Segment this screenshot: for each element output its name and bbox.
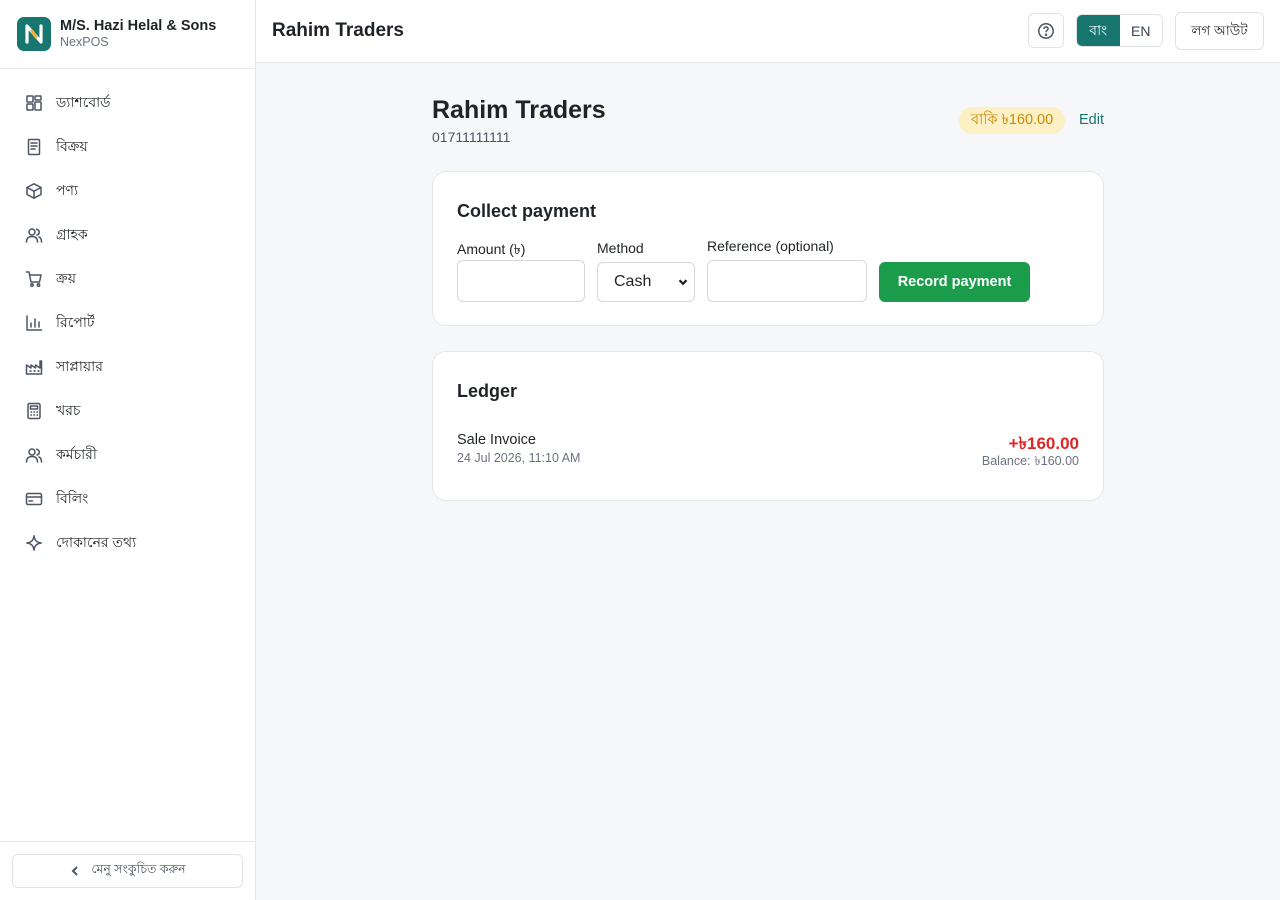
logout-button[interactable]: লগ আউট [1175, 12, 1264, 50]
sidebar-item-label: রিপোর্ট [56, 314, 95, 330]
brand-sub: NexPOS [60, 35, 109, 49]
ledger-entry-title: Sale Invoice [457, 432, 536, 448]
sparkle-icon [25, 534, 43, 552]
brand-name: M/S. Hazi Helal & Sons [60, 18, 217, 34]
sidebar-item-sales[interactable]: বিক্রয় [0, 125, 255, 169]
calculator-icon [25, 402, 43, 420]
box-icon [25, 182, 43, 200]
ledger-entry-balance: Balance: ৳160.00 [982, 453, 1079, 473]
users-icon [25, 226, 43, 244]
balance-label: Balance: [981, 454, 1031, 468]
bar-chart-icon [25, 314, 43, 332]
ledger-card: Ledger Sale Invoice 24 Jul 2026, 11:10 A… [432, 351, 1104, 501]
sidebar-item-expenses[interactable]: খরচ [0, 389, 255, 433]
sidebar-item-staff[interactable]: কর্মচারী [0, 433, 255, 477]
sidebar-item-label: খরচ [56, 402, 81, 418]
record-payment-button[interactable]: Record payment [879, 262, 1030, 302]
main-content: Rahim Traders 01711111111 বাকি ৳160.00 E… [432, 63, 1104, 501]
ledger-entry: Sale Invoice 24 Jul 2026, 11:10 AM +৳160… [457, 432, 1079, 468]
collect-payment-title: Collect payment [457, 201, 597, 221]
collect-payment-card: Collect payment Amount (৳) Method Cash R… [432, 171, 1104, 326]
sidebar-item-label: পণ্য [56, 182, 79, 198]
ledger-title: Ledger [457, 381, 518, 401]
amount-input[interactable] [457, 260, 585, 302]
sidebar-item-purchases[interactable]: ক্রয় [0, 257, 255, 301]
sidebar-item-label: ড্যাশবোর্ড [56, 94, 111, 110]
sidebar-item-label: বিলিং [56, 490, 89, 506]
page-title: Rahim Traders [272, 20, 404, 41]
sidebar-footer: মেনু সংকুচিত করুন [0, 841, 255, 900]
sidebar-item-label: গ্রাহক [56, 226, 88, 242]
top-bar: Rahim Traders বাং EN লগ আউট [256, 0, 1280, 63]
ledger-entry-date: 24 Jul 2026, 11:10 AM [457, 451, 581, 465]
logo [17, 17, 51, 51]
sidebar-item-dashboard[interactable]: ড্যাশবোর্ড [0, 81, 255, 125]
due-badge: বাকি ৳160.00 [959, 107, 1066, 134]
edit-customer-link[interactable]: Edit [1079, 112, 1104, 128]
sidebar: M/S. Hazi Helal & Sons NexPOS ড্যাশবোর্ড… [0, 0, 256, 900]
staff-icon [25, 446, 43, 464]
sidebar-item-reports[interactable]: রিপোর্ট [0, 301, 255, 345]
help-icon [1038, 22, 1054, 39]
sidebar-item-label: কর্মচারী [56, 446, 97, 462]
credit-card-icon [25, 490, 43, 508]
method-select[interactable]: Cash [597, 262, 695, 302]
collapse-menu-label: মেনু সংকুচিত করুন [91, 862, 186, 876]
nexpos-logo-icon [25, 24, 43, 44]
sidebar-item-label: ক্রয় [56, 270, 76, 286]
amount-label: Amount (৳) [457, 241, 526, 257]
collapse-menu-button[interactable]: মেনু সংকুচিত করুন [12, 854, 243, 888]
lang-english-button[interactable]: EN [1120, 15, 1163, 46]
sidebar-item-label: দোকানের তথ্য [56, 534, 137, 550]
sidebar-item-suppliers[interactable]: সাপ্লায়ার [0, 345, 255, 389]
reference-input[interactable] [707, 260, 867, 302]
customer-header: Rahim Traders 01711111111 বাকি ৳160.00 E… [432, 63, 1104, 171]
sidebar-item-products[interactable]: পণ্য [0, 169, 255, 213]
sidebar-nav: ড্যাশবোর্ড বিক্রয় পণ্য গ্রাহক ক্রয় রিপ… [0, 69, 255, 565]
sidebar-item-billing[interactable]: বিলিং [0, 477, 255, 521]
sidebar-item-label: বিক্রয় [56, 138, 88, 154]
receipt-icon [25, 138, 43, 156]
customer-phone: 01711111111 [432, 129, 511, 145]
sidebar-item-label: সাপ্লায়ার [56, 358, 103, 374]
method-select-value: Cash [614, 273, 652, 290]
dashboard-icon [25, 94, 43, 112]
chevron-left-icon [71, 866, 79, 876]
cart-icon [25, 270, 43, 288]
brand-header: M/S. Hazi Helal & Sons NexPOS [0, 0, 255, 69]
language-switcher: বাং EN [1076, 14, 1163, 47]
sidebar-item-customers[interactable]: গ্রাহক [0, 213, 255, 257]
lang-bangla-button[interactable]: বাং [1077, 15, 1120, 46]
balance-value: ৳160.00 [1034, 454, 1079, 468]
reference-label: Reference (optional) [707, 238, 834, 254]
help-button[interactable] [1028, 13, 1064, 48]
customer-name: Rahim Traders [432, 96, 606, 124]
chevron-down-icon [678, 279, 688, 286]
factory-icon [25, 358, 43, 376]
sidebar-item-shop-info[interactable]: দোকানের তথ্য [0, 521, 255, 565]
method-label: Method [597, 240, 644, 256]
